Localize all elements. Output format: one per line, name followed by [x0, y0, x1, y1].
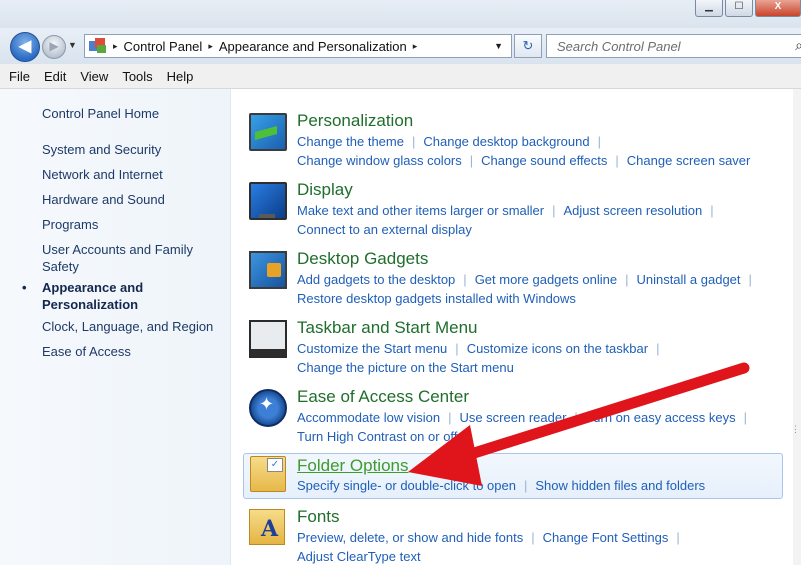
link-screen-saver[interactable]: Change screen saver	[627, 153, 751, 168]
title-bar: ▁ ☐ X	[0, 0, 801, 28]
category-links: Add gadgets to the desktop | Get more gadg…	[297, 272, 752, 306]
desktop-gadgets-icon[interactable]	[249, 251, 287, 289]
link-font-settings[interactable]: Change Font Settings	[543, 530, 669, 545]
link-low-vision[interactable]: Accommodate low vision	[297, 410, 440, 425]
sidebar-item-label: Appearance and Personalization	[42, 280, 144, 312]
link-hidden-files[interactable]: Show hidden files and folders	[535, 478, 705, 493]
ease-of-access-icon[interactable]	[249, 389, 287, 427]
link-desktop-background[interactable]: Change desktop background	[423, 134, 589, 149]
category-desktop-gadgets: Desktop Gadgets Add gadgets to the deskt…	[245, 249, 791, 309]
menu-view[interactable]: View	[73, 69, 115, 84]
breadcrumb-separator[interactable]: ▸	[113, 41, 118, 52]
category-ease-of-access: Ease of Access Center Accommodate low vi…	[245, 387, 791, 447]
link-taskbar-icons[interactable]: Customize icons on the taskbar	[467, 341, 648, 356]
sidebar-item-ease-of-access[interactable]: Ease of Access	[42, 343, 222, 360]
refresh-button[interactable]: ↻	[514, 34, 542, 58]
back-button[interactable]: ◀	[10, 32, 40, 62]
link-add-gadgets[interactable]: Add gadgets to the desktop	[297, 272, 455, 287]
display-icon[interactable]	[249, 182, 287, 220]
sidebar-item-hardware-sound[interactable]: Hardware and Sound	[42, 191, 222, 208]
main-content: Personalization Change the theme | Change …	[231, 89, 801, 565]
maximize-button[interactable]: ☐	[725, 0, 753, 17]
menu-tools[interactable]: Tools	[115, 69, 159, 84]
recent-pages-dropdown[interactable]: ▼	[68, 40, 77, 50]
link-preview-fonts[interactable]: Preview, delete, or show and hide fonts	[297, 530, 523, 545]
category-fonts: Fonts Preview, delete, or show and hide …	[245, 507, 791, 565]
category-title[interactable]: Display	[297, 180, 353, 200]
link-high-contrast[interactable]: Turn High Contrast on or off	[297, 429, 457, 444]
fonts-icon[interactable]	[249, 509, 285, 545]
link-uninstall-gadget[interactable]: Uninstall a gadget	[636, 272, 740, 287]
address-bar[interactable]: ▸ Control Panel ▸ Appearance and Persona…	[84, 34, 512, 58]
search-box[interactable]: ⌕	[546, 34, 801, 58]
link-start-picture[interactable]: Change the picture on the Start menu	[297, 360, 514, 375]
scroll-grip-icon[interactable]: ⋮	[791, 424, 800, 435]
link-text-size[interactable]: Make text and other items larger or smal…	[297, 203, 544, 218]
search-input[interactable]	[555, 38, 769, 55]
address-dropdown-icon[interactable]: ▼	[494, 41, 503, 51]
window-controls: ▁ ☐ X	[695, 0, 801, 17]
breadcrumb-appearance[interactable]: Appearance and Personalization	[219, 39, 407, 54]
personalization-icon[interactable]	[249, 113, 287, 151]
menu-file[interactable]: File	[0, 69, 37, 84]
link-screen-reader[interactable]: Use screen reader	[459, 410, 566, 425]
category-folder-options[interactable]: Folder Options Specify single- or double…	[243, 453, 783, 499]
link-more-gadgets[interactable]: Get more gadgets online	[475, 272, 617, 287]
category-title[interactable]: Ease of Access Center	[297, 387, 469, 407]
link-external-display[interactable]: Connect to an external display	[297, 222, 472, 237]
link-restore-gadgets[interactable]: Restore desktop gadgets installed with W…	[297, 291, 576, 306]
folder-options-icon[interactable]	[250, 456, 286, 492]
breadcrumb-separator[interactable]: ▸	[208, 41, 213, 52]
sidebar-item-clock-language[interactable]: Clock, Language, and Region	[42, 318, 222, 335]
link-customize-start[interactable]: Customize the Start menu	[297, 341, 447, 356]
category-links: Customize the Start menu | Customize icons…	[297, 341, 660, 375]
sidebar-item-control-panel-home[interactable]: Control Panel Home	[42, 105, 222, 122]
close-button[interactable]: X	[755, 0, 801, 17]
link-easy-access-keys[interactable]: Turn on easy access keys	[586, 410, 736, 425]
taskbar-icon[interactable]	[249, 320, 287, 358]
minimize-button[interactable]: ▁	[695, 0, 723, 17]
category-links: Make text and other items larger or smal…	[297, 203, 714, 237]
menu-bar: File Edit View Tools Help	[0, 64, 801, 89]
category-links: Specify single- or double-click to open |…	[297, 478, 706, 493]
link-change-theme[interactable]: Change the theme	[297, 134, 404, 149]
breadcrumb-control-panel[interactable]: Control Panel	[124, 39, 203, 54]
category-display: Display Make text and other items larger…	[245, 180, 791, 240]
menu-help[interactable]: Help	[160, 69, 201, 84]
link-cleartype[interactable]: Adjust ClearType text	[297, 549, 421, 564]
category-title[interactable]: Folder Options	[297, 456, 409, 476]
link-screen-resolution[interactable]: Adjust screen resolution	[564, 203, 703, 218]
menu-edit[interactable]: Edit	[37, 69, 73, 84]
sidebar: Control Panel Home System and Security N…	[0, 89, 231, 565]
link-glass-colors[interactable]: Change window glass colors	[297, 153, 462, 168]
sidebar-item-network[interactable]: Network and Internet	[42, 166, 222, 183]
link-sound-effects[interactable]: Change sound effects	[481, 153, 607, 168]
category-title[interactable]: Desktop Gadgets	[297, 249, 428, 269]
category-title[interactable]: Fonts	[297, 507, 340, 527]
category-links: Change the theme | Change desktop backgrou…	[297, 134, 751, 168]
category-taskbar: Taskbar and Start Menu Customize the Sta…	[245, 318, 791, 378]
category-title[interactable]: Taskbar and Start Menu	[297, 318, 477, 338]
sidebar-item-programs[interactable]: Programs	[42, 216, 222, 233]
search-icon[interactable]: ⌕	[795, 37, 801, 54]
category-personalization: Personalization Change the theme | Change …	[245, 111, 791, 173]
current-item-bullet: •	[22, 280, 27, 295]
vertical-scrollbar[interactable]: ⋮	[791, 89, 801, 565]
sidebar-item-appearance: • Appearance and Personalization	[22, 279, 172, 313]
forward-button[interactable]: ▶	[42, 35, 66, 59]
navigation-bar: ◀ ▶ ▼ ▸ Control Panel ▸ Appearance and P…	[0, 28, 801, 64]
link-single-double-click[interactable]: Specify single- or double-click to open	[297, 478, 516, 493]
category-links: Preview, delete, or show and hide fonts |…	[297, 530, 680, 564]
sidebar-item-system-security[interactable]: System and Security	[42, 141, 222, 158]
breadcrumb-separator[interactable]: ▸	[413, 41, 418, 52]
category-title[interactable]: Personalization	[297, 111, 413, 131]
category-links: Accommodate low vision | Use screen reader…	[297, 410, 747, 444]
sidebar-item-user-accounts[interactable]: User Accounts and Family Safety	[42, 241, 202, 275]
control-panel-icon	[89, 38, 107, 54]
